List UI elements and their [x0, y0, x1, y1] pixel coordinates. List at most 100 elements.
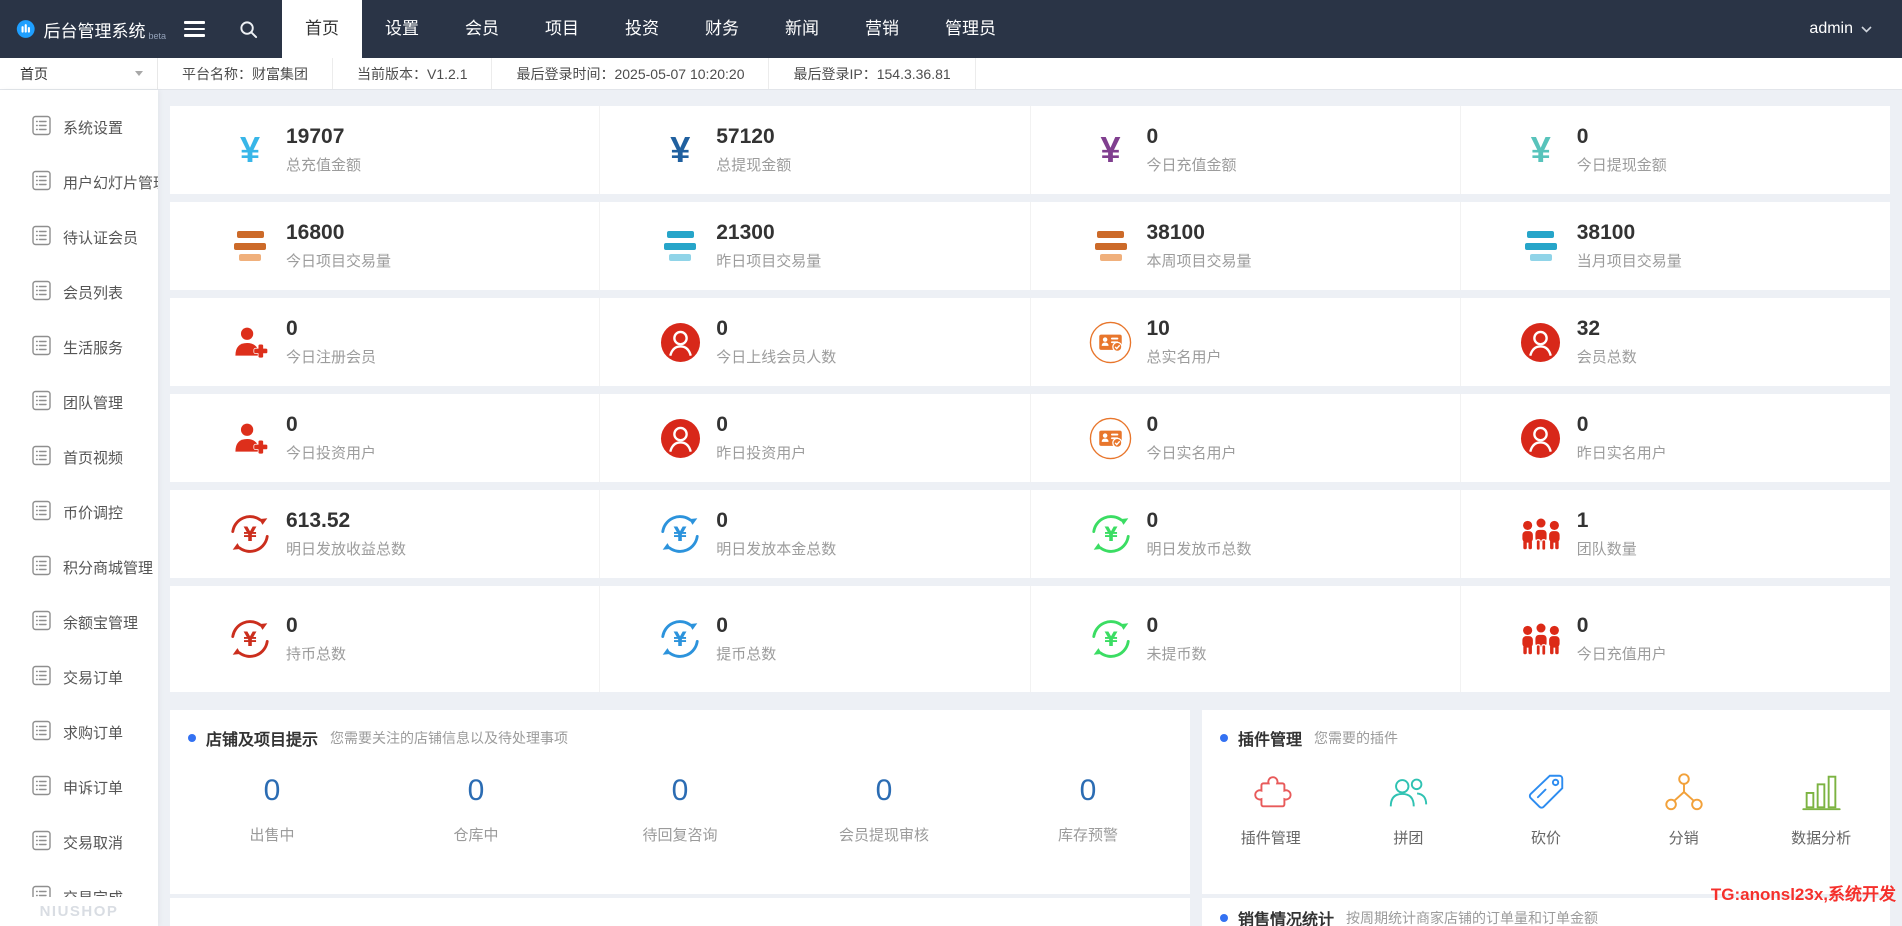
sidebar-item-会员列表[interactable]: 会员列表: [0, 265, 158, 320]
sidebar-item-首页视频[interactable]: 首页视频: [0, 430, 158, 485]
plugin-拼团[interactable]: 拼团: [1340, 770, 1478, 848]
shop-stat-value: 0: [263, 774, 281, 807]
coin-cycle-icon: ¥: [1087, 617, 1135, 661]
list-icon: [32, 280, 51, 305]
list-icon: [32, 610, 51, 635]
sidebar-item-label: 交易取消: [63, 835, 124, 852]
nav-tab-营销[interactable]: 营销: [842, 0, 922, 58]
nav-tab-投资[interactable]: 投资: [602, 0, 682, 58]
stats-row: 0 今日投资用户 0 昨日投资用户 0 今日实名用户 0 昨日实名用户: [170, 394, 1890, 482]
sidebar-item-label: 会员列表: [63, 285, 124, 302]
top-navbar: 后台管理系统 beta 首页 设置 会员 项目 投资 财务 新闻 营销 管理员 admin: [0, 0, 1902, 58]
sidebar-item-label: 系统设置: [63, 120, 124, 137]
stat-card: 1 团队数量: [1459, 490, 1890, 578]
sidebar-item-label: 待认证会员: [63, 230, 139, 247]
list-icon: [32, 445, 51, 470]
nav-tab-财务[interactable]: 财务: [682, 0, 762, 58]
id-card-icon: [1087, 320, 1135, 365]
plugin-砍价[interactable]: 砍价: [1477, 770, 1615, 848]
main-content: ¥19707 总充值金额 ¥57120 总提现金额 ¥0 今日充值金额 ¥0 今日提现金额 16…: [158, 90, 1902, 926]
sidebar-item-用户幻灯片管理[interactable]: 用户幻灯片管理: [0, 155, 158, 210]
shop-tips-title: 店铺及项目提示: [206, 732, 319, 749]
sidebar-item-系统设置[interactable]: 系统设置: [0, 100, 158, 155]
sidebar-item-团队管理[interactable]: 团队管理: [0, 375, 158, 430]
sidebar-item-label: 团队管理: [63, 395, 124, 412]
stat-value: 16800: [286, 221, 345, 245]
stat-label: 昨日投资用户: [716, 444, 807, 462]
stat-card: 0 昨日实名用户: [1459, 394, 1890, 482]
nav-tab-项目[interactable]: 项目: [522, 0, 602, 58]
list-icon: [32, 390, 51, 415]
sidebar-item-label: 交易订单: [63, 670, 124, 687]
search-icon[interactable]: [239, 20, 258, 39]
list-icon: [32, 500, 51, 525]
menu-toggle-icon[interactable]: [184, 21, 205, 37]
nav-tab-设置[interactable]: 设置: [362, 0, 442, 58]
plugin-label: 砍价: [1530, 830, 1561, 847]
stat-text: 0 今日实名用户: [1147, 413, 1237, 462]
stat-card: ¥0 今日提现金额: [1459, 106, 1890, 194]
stat-text: 0 持币总数: [286, 614, 346, 663]
sidebar-item-label: 申诉订单: [63, 780, 124, 797]
sidebar-item-积分商城管理[interactable]: 积分商城管理: [0, 540, 158, 595]
stat-value: 0: [716, 614, 728, 638]
bullet-dot-icon: [1220, 914, 1228, 922]
sidebar-section-dropdown[interactable]: 首页: [0, 58, 158, 89]
info-value: V1.2.1: [427, 65, 468, 82]
stat-label: 总实名用户: [1146, 348, 1222, 366]
sidebar-item-待认证会员[interactable]: 待认证会员: [0, 210, 158, 265]
nav-tab-新闻[interactable]: 新闻: [762, 0, 842, 58]
username: admin: [1809, 20, 1853, 37]
shop-stat-label: 库存预警: [1057, 827, 1118, 844]
svg-text:¥: ¥: [674, 628, 688, 651]
plugin-分销[interactable]: 分销: [1615, 770, 1753, 848]
bars-icon: [1517, 229, 1565, 263]
user-circle-icon: [656, 418, 704, 459]
nav-tab-首页[interactable]: 首页: [282, 0, 362, 58]
sidebar-item-申诉订单[interactable]: 申诉订单: [0, 760, 158, 815]
info-label: 最后登录时间：: [516, 65, 615, 82]
list-icon: [32, 115, 51, 140]
shop-tips-subtitle: 您需要关注的店铺信息以及待处理事项: [330, 730, 569, 746]
user-menu[interactable]: admin: [1809, 20, 1872, 38]
sidebar-item-交易完成[interactable]: 交易完成: [0, 870, 158, 897]
sidebar-section-title: 首页: [20, 65, 48, 82]
sidebar-item-交易取消[interactable]: 交易取消: [0, 815, 158, 870]
sidebar-item-求购订单[interactable]: 求购订单: [0, 705, 158, 760]
bullet-dot-icon: [1220, 734, 1228, 742]
bars-icon: [1087, 229, 1135, 263]
shop-stats: 0 出售中 0 仓库中 0 待回复咨询 0 会员提现审核 0 库存预警: [170, 774, 1190, 845]
info-label: 平台名称：: [182, 65, 252, 82]
stat-text: 1 团队数量: [1577, 509, 1637, 558]
stat-value: 57120: [716, 125, 775, 149]
shop-stat: 0 库存预警: [986, 774, 1190, 845]
sidebar-item-label: 求购订单: [63, 725, 124, 742]
share-icon: [1662, 770, 1706, 819]
shop-stat-label: 会员提现审核: [838, 827, 929, 844]
shop-stat: 0 仓库中: [374, 774, 578, 845]
stat-card: 10 总实名用户: [1029, 298, 1460, 386]
coin-cycle-icon: ¥: [226, 617, 274, 661]
yuan-icon: ¥: [239, 129, 261, 170]
sidebar-item-余额宝管理[interactable]: 余额宝管理: [0, 595, 158, 650]
plugin-label: 拼团: [1393, 830, 1424, 847]
nav-tab-管理员[interactable]: 管理员: [922, 0, 1019, 58]
stat-label: 今日上线会员人数: [716, 348, 837, 366]
plugin-数据分析[interactable]: 数据分析: [1752, 770, 1890, 848]
svg-text:¥: ¥: [243, 523, 257, 546]
plugin-插件管理[interactable]: 插件管理: [1202, 770, 1340, 848]
plugin-subtitle: 您需要的插件: [1314, 730, 1399, 746]
sidebar-item-生活服务[interactable]: 生活服务: [0, 320, 158, 375]
user-plus-icon: [226, 324, 274, 361]
sidebar-item-交易订单[interactable]: 交易订单: [0, 650, 158, 705]
nav-tab-会员[interactable]: 会员: [442, 0, 522, 58]
chevron-down-icon: [1861, 25, 1872, 33]
sidebar-item-币价调控[interactable]: 币价调控: [0, 485, 158, 540]
stat-label: 今日充值用户: [1576, 645, 1667, 663]
stat-text: 0 明日发放本金总数: [716, 509, 836, 558]
list-icon: [32, 665, 51, 690]
user-circle-icon: [1517, 418, 1565, 459]
stat-value: 0: [716, 317, 728, 341]
plugin-label: 分销: [1668, 830, 1699, 847]
bottom-left-panel: [170, 898, 1190, 926]
